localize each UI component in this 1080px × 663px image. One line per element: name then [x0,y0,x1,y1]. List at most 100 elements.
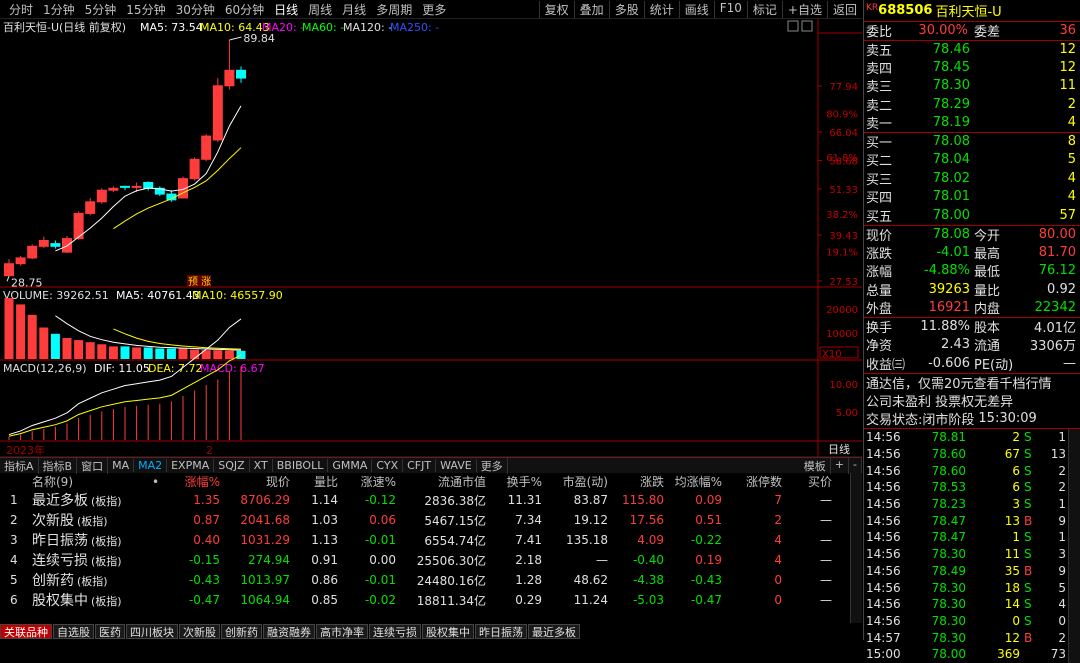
period-tab[interactable]: 分时 [4,1,38,18]
table-cell: 0.00 [369,553,396,567]
indicator-control-button[interactable]: 模板 [800,457,831,474]
indicator-tab[interactable]: CFJT [403,459,437,472]
indicator-tab[interactable]: WAVE [436,459,477,472]
indicator-tab[interactable]: SQJZ [214,459,250,472]
quote-row: 总量 39263 量比 0.92 [864,280,1080,299]
table-cell: -0.47 [188,593,220,607]
fib-pct-label: 61.8% [826,153,858,164]
price-axis-label: 39.43 [829,231,858,242]
block-tab[interactable]: 医药 [95,624,125,639]
column-header[interactable]: • [152,475,170,489]
quote-cell: 57 [1059,207,1076,223]
indicator-tab[interactable]: XT [250,459,273,472]
indicator-tab[interactable]: CYX [372,459,404,472]
toolbar-button[interactable]: 画线 [678,0,714,18]
block-tab[interactable]: 连续亏损 [369,624,421,639]
block-tab[interactable]: 最近多板 [528,624,580,639]
notice-text[interactable]: 通达信，仅需20元查看千档行情 [866,373,1052,392]
period-tab[interactable]: 日线 [269,1,303,18]
period-tab[interactable]: 1分钟 [38,1,80,18]
block-tab[interactable]: 融资融券 [263,624,315,639]
toolbar-button[interactable]: F10 [713,0,747,18]
indicator-tab[interactable]: 指标A [0,457,39,474]
column-header[interactable]: 量比 [290,473,338,490]
column-header[interactable]: 换手% [486,473,542,490]
toolbar-button[interactable]: 复权 [538,0,574,18]
tick-cell: 14:56 [866,597,901,612]
quote-cell: 买一 [866,136,893,152]
tick-list[interactable]: 14:56 78.81 2 S 1 14:56 78.60 67 S 13 14:56 78.60 6 S… [864,428,1080,663]
indicator-control-button[interactable]: + [831,457,850,474]
table-row[interactable]: 5 创新药 (板指) -0.43 1013.97 0.86 -0.01 24480.16亿 1.… [0,570,862,590]
period-tab[interactable]: 30分钟 [171,1,220,18]
column-header[interactable]: 现价 [220,473,290,490]
toolbar-button[interactable]: 返回 [826,0,862,18]
block-tab[interactable]: 创新药 [221,624,262,639]
indicator-tab[interactable]: 更多 [477,457,508,474]
table-scrollbar[interactable] [850,473,862,623]
block-tab[interactable]: 自选股 [53,624,94,639]
column-header[interactable]: 均涨幅% [664,473,722,490]
table-row[interactable]: 3 昨日振荡 (板指) 0.40 1031.29 1.13 -0.01 6554.74亿 7.4… [0,530,862,550]
column-header[interactable]: 名称(9) [32,473,152,490]
block-tab[interactable]: 高市净率 [316,624,368,639]
volume-bar [74,340,84,359]
column-header[interactable]: 涨停数 [722,473,782,490]
column-header[interactable]: 涨跌 [608,473,664,490]
table-row[interactable]: 2 次新股 (板指) 0.87 2041.68 1.03 0.06 5467.15亿 7.34 1… [0,510,862,530]
indicator-tab[interactable]: 指标B [39,457,78,474]
period-tab[interactable]: 多周期 [371,1,417,18]
indicator-tab[interactable]: GMMA [328,459,373,472]
tick-cell: 9 [1058,563,1066,578]
toolbar-button[interactable]: 多股 [608,0,644,18]
quote-cell: 4 [1067,115,1076,131]
column-header[interactable]: 买价 [782,473,832,490]
block-tab[interactable]: 四川板块 [126,624,178,639]
period-tab[interactable]: 15分钟 [121,1,170,18]
indicator-control-button[interactable]: - [849,457,862,474]
table-cell: 4 [774,533,782,547]
tick-cell: 12 [1004,630,1020,645]
indicator-tab[interactable]: 窗口 [77,457,109,474]
indicator-tab[interactable]: MA [108,459,135,472]
column-header[interactable]: 流通市值 [396,473,486,490]
period-tab[interactable]: 月线 [337,1,371,18]
sector-tag: (板指) [77,575,108,588]
tick-cell: 14:57 [866,630,901,645]
period-tab[interactable]: 更多 [417,1,451,18]
table-row[interactable]: 6 股权集中 (板指) -0.47 1064.94 0.85 -0.02 18811.34亿 0… [0,590,862,610]
indicator-tab[interactable]: BBIBOLL [273,459,329,472]
block-tab[interactable]: 关联品种 [0,624,52,639]
toolbar-button[interactable]: 统计 [643,0,679,18]
indicator-tab[interactable]: EXPMA [167,459,215,472]
table-cell: 5 [10,573,18,587]
table-cell: 1 [10,493,18,507]
price-axis-label: 27.53 [829,277,858,288]
candle-body [189,158,200,180]
tick-cell: 9 [1058,513,1066,528]
notice-line[interactable]: 通达信，仅需20元查看千档行情 [864,372,1080,392]
daily-button[interactable]: 日线 [828,442,850,456]
quote-row: 卖四 78.45 12 [864,58,1080,77]
block-tab[interactable]: 昨日振荡 [475,624,527,639]
toolbar-button[interactable]: 标记 [746,0,782,18]
toolbar-button[interactable]: 叠加 [573,0,609,18]
toolbar-button[interactable]: +自选 [781,0,827,18]
block-tab[interactable]: 股权集中 [422,624,474,639]
tick-cell: 1 [1012,530,1020,545]
column-header[interactable]: 市盈(动) [542,473,608,490]
period-tab[interactable]: 60分钟 [220,1,269,18]
period-tab[interactable]: 5分钟 [80,1,122,18]
table-row[interactable]: 4 连续亏损 (板指) -0.15 274.94 0.91 0.00 25506.30亿 2.1… [0,550,862,570]
period-tab[interactable]: 周线 [303,1,337,18]
table-row[interactable]: 1 最近多板 (板指) 1.35 8706.29 1.14 -0.12 2836.38亿 11.… [0,490,862,510]
block-tab[interactable]: 次新股 [179,624,220,639]
tick-scrollbar[interactable] [1068,429,1080,663]
trade-status: 交易状态: 闭市阶段 15:30:09 [864,410,1080,428]
tick-cell: 78.60 [931,447,966,462]
kline-chart-area[interactable]: 百利天恒-U(日线 前复权) MA5: 73.54 MA10: 64.43 MA… [0,19,862,459]
column-header[interactable]: 涨幅% [170,473,220,490]
column-header[interactable]: 涨速% [338,473,396,490]
table-cell: 0.06 [369,513,396,527]
indicator-tab[interactable]: MA2 [134,459,168,472]
